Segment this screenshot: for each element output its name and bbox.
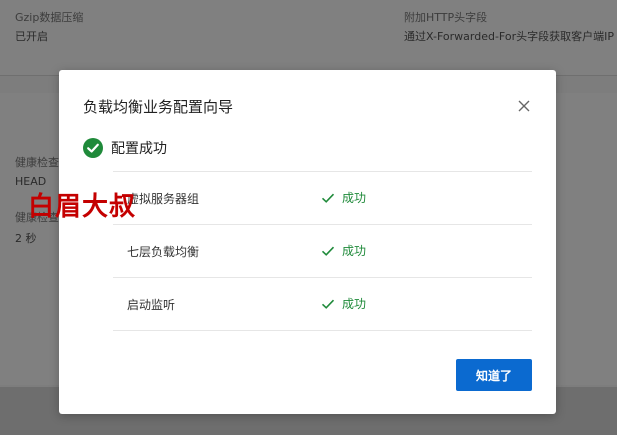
health-check-method-label: 健康检查 (15, 156, 59, 169)
confirm-button[interactable]: 知道了 (456, 359, 532, 391)
step-name: 启动监听 (127, 298, 176, 312)
check-icon (321, 299, 335, 309)
close-button[interactable] (513, 95, 535, 117)
step-name: 七层负载均衡 (127, 245, 200, 259)
status-text: 成功 (342, 297, 367, 311)
health-check-interval-value: 2 秒 (15, 232, 37, 245)
step-list: 虚拟服务器组 成功 七层负载均衡 成功 启动监听 成功 (113, 171, 532, 331)
step-status: 成功 (321, 189, 366, 206)
dialog-title: 负载均衡业务配置向导 (83, 98, 234, 116)
step-row: 虚拟服务器组 成功 (113, 171, 532, 224)
watermark: 白眉大叔 (28, 192, 137, 222)
status-text: 成功 (342, 244, 367, 258)
http-header-label: 附加HTTP头字段 (404, 11, 488, 24)
step-name: 虚拟服务器组 (127, 192, 200, 206)
check-icon (321, 193, 335, 203)
result-summary: 配置成功 (83, 137, 167, 159)
gzip-value: 已开启 (15, 30, 48, 43)
check-circle-icon (83, 138, 103, 158)
gzip-label: Gzip数据压缩 (15, 11, 84, 24)
step-status: 成功 (321, 295, 366, 312)
check-icon (321, 246, 335, 256)
http-header-value: 通过X-Forwarded-For头字段获取客户端IP (404, 30, 614, 43)
step-row: 启动监听 成功 (113, 277, 532, 331)
config-wizard-dialog: 负载均衡业务配置向导 配置成功 虚拟服务器组 成功 七层负载均衡 成功 启动监听… (59, 70, 556, 414)
step-status: 成功 (321, 242, 366, 259)
step-row: 七层负载均衡 成功 (113, 224, 532, 277)
status-text: 成功 (342, 191, 367, 205)
result-text: 配置成功 (111, 141, 167, 157)
close-icon (518, 100, 530, 112)
